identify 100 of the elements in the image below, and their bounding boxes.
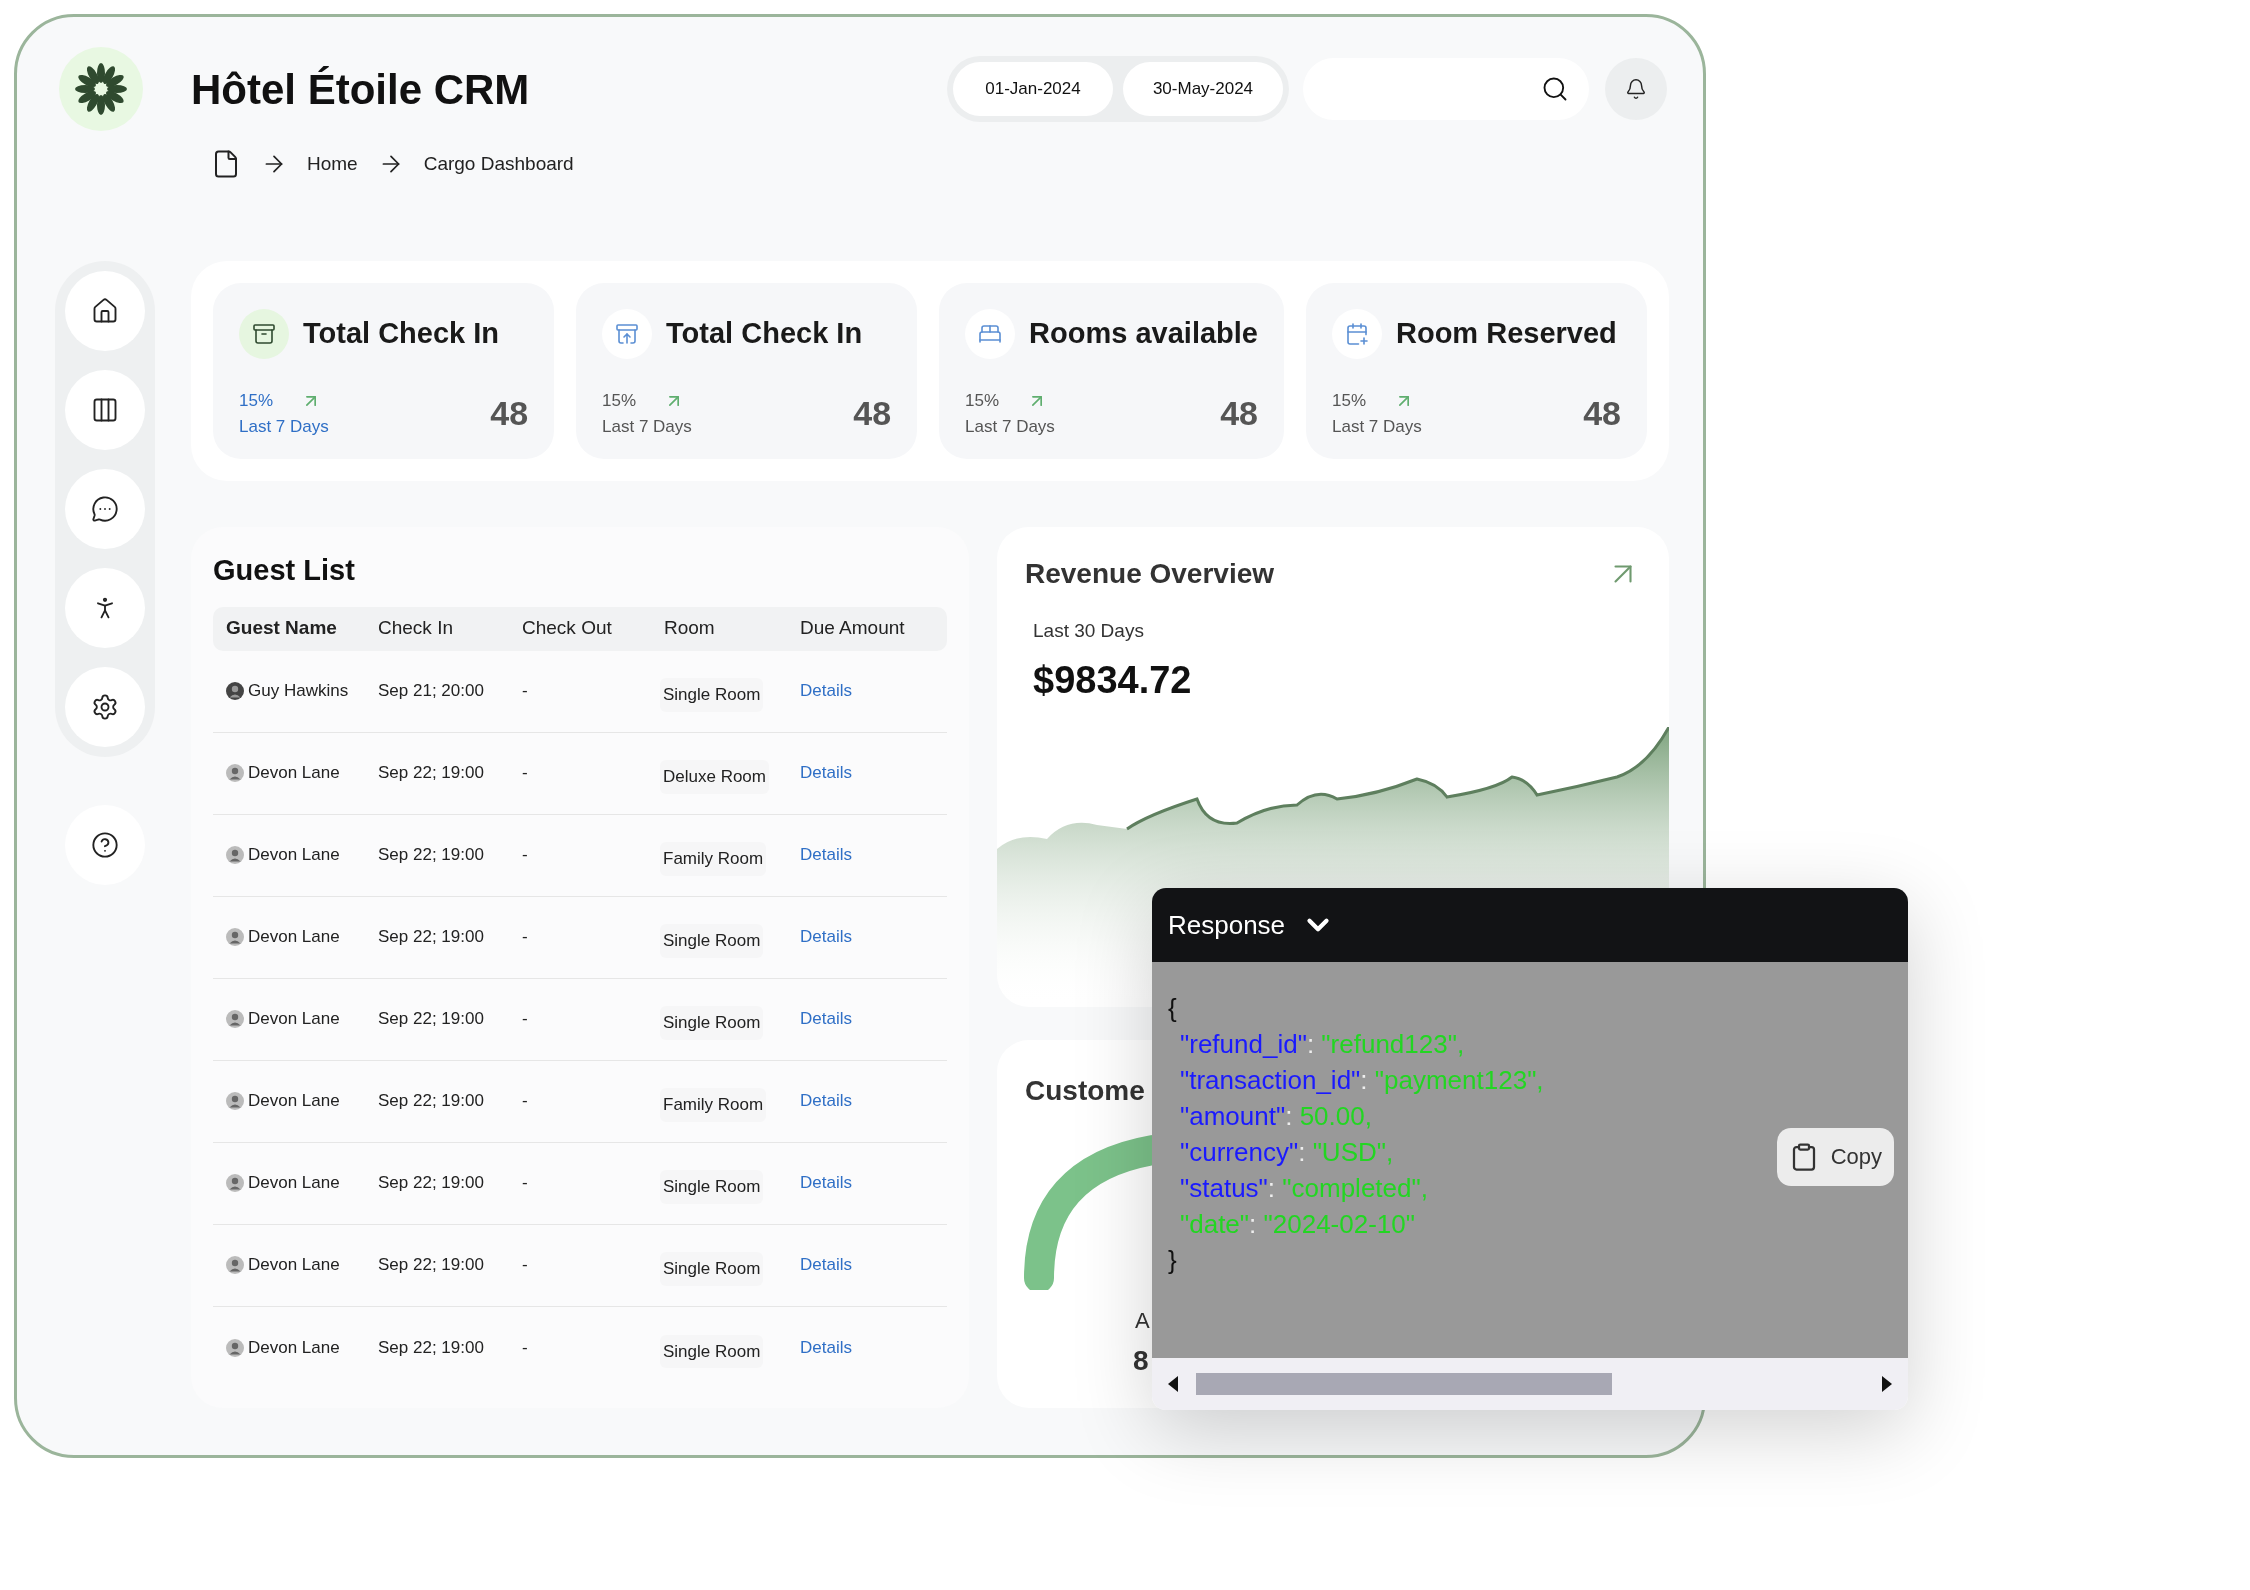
details-link[interactable]: Details xyxy=(800,678,947,704)
avatar-icon xyxy=(226,846,244,864)
scroll-left-icon[interactable] xyxy=(1168,1376,1178,1392)
revenue-amount: $9834.72 xyxy=(1033,657,1193,703)
columns-icon xyxy=(91,396,119,424)
room-tag: Single Room xyxy=(660,1006,764,1040)
settings-icon xyxy=(91,693,119,721)
breadcrumb-link[interactable]: Cargo Dashboard xyxy=(423,149,574,179)
code-line: "status": "completed", xyxy=(1179,1172,1428,1205)
stat-period: Last 7 Days xyxy=(602,415,692,438)
gauge-label: A xyxy=(1135,1307,1150,1335)
stat-change: 15% xyxy=(1331,390,1366,412)
check-in-cell-text: Sep 22; 19:00 xyxy=(378,762,485,785)
check-out-cell-text: - xyxy=(522,1008,529,1031)
details-link[interactable]: Details xyxy=(800,842,947,868)
stat-title: Room Reserved xyxy=(1395,316,1617,352)
stat-value: 48 xyxy=(1583,393,1621,434)
end-date-button[interactable]: 30-May-2024 xyxy=(1123,62,1283,116)
room-tag: Deluxe Room xyxy=(660,760,769,794)
help-icon xyxy=(91,831,119,859)
check-in-cell-text: Sep 22; 19:00 xyxy=(378,1172,485,1195)
check-in-cell-text: Sep 22; 19:00 xyxy=(378,1008,485,1031)
code-line: "transaction_id": "payment123", xyxy=(1179,1064,1544,1097)
guest-name: Guy Hawkins xyxy=(248,680,349,703)
code-brace: { xyxy=(1168,992,1177,1025)
details-link[interactable]: Details xyxy=(800,1006,947,1032)
sidebar-button[interactable] xyxy=(65,667,145,747)
guest-name: Devon Lane xyxy=(248,1090,340,1113)
column-header: Check Out xyxy=(522,616,613,641)
chat-icon xyxy=(91,495,119,523)
avatar-icon xyxy=(226,1338,244,1357)
details-link[interactable]: Details xyxy=(800,1334,947,1361)
avatar-icon xyxy=(226,1174,244,1192)
check-out-cell-text: - xyxy=(522,1336,529,1359)
avatar-icon xyxy=(226,928,244,946)
avatar-icon xyxy=(226,764,244,782)
stat-title: Total Check In xyxy=(666,316,863,352)
details-link[interactable]: Details xyxy=(800,1252,947,1278)
check-in-cell-text: Sep 22; 19:00 xyxy=(378,926,485,949)
avatar-icon xyxy=(226,1256,244,1274)
sidebar-button[interactable] xyxy=(65,271,145,351)
guest-name: Devon Lane xyxy=(248,1008,340,1031)
details-link[interactable]: Details xyxy=(800,924,947,950)
check-in-cell-text: Sep 22; 19:00 xyxy=(378,1336,485,1359)
app-title: Hôtel Étoile CRM xyxy=(191,64,530,115)
stat-change: 15% xyxy=(239,390,274,412)
check-in-cell-text: Sep 22; 19:00 xyxy=(378,844,485,867)
stat-value: 48 xyxy=(853,393,892,434)
room-tag: Single Room xyxy=(660,924,764,958)
response-title: Response xyxy=(1168,908,1286,942)
stat-title: Total Check In xyxy=(303,316,500,352)
breadcrumb-link[interactable]: Home xyxy=(307,149,358,179)
code-brace: } xyxy=(1168,1244,1177,1277)
code-line: "amount": 50.00, xyxy=(1179,1100,1372,1133)
bed-icon xyxy=(978,322,1003,346)
customer-title: Custome xyxy=(1025,1074,1145,1108)
avatar-icon xyxy=(226,1010,244,1028)
gauge-value: 8 xyxy=(1133,1344,1149,1378)
check-out-cell-text: - xyxy=(522,844,529,867)
details-link[interactable]: Details xyxy=(800,1088,947,1114)
start-date-button[interactable]: 01-Jan-2024 xyxy=(953,62,1113,116)
revenue-title: Revenue Overview xyxy=(1025,557,1275,591)
stat-change: 15% xyxy=(965,390,1000,412)
guest-name: Devon Lane xyxy=(248,1336,340,1359)
scrollbar-thumb[interactable] xyxy=(1196,1373,1612,1395)
guest-name: Devon Lane xyxy=(248,1254,340,1277)
stat-value: 48 xyxy=(1220,393,1258,434)
guest-name: Devon Lane xyxy=(248,762,340,785)
details-link[interactable]: Details xyxy=(800,760,947,786)
horizontal-scrollbar[interactable] xyxy=(1152,1358,1908,1410)
logo-icon xyxy=(59,47,143,131)
guest-name: Devon Lane xyxy=(248,844,340,867)
stat-value: 48 xyxy=(490,393,529,434)
archive-icon xyxy=(615,322,640,346)
home-icon xyxy=(91,297,119,325)
room-tag: Single Room xyxy=(660,1252,764,1286)
copy-button[interactable]: Copy xyxy=(1776,1128,1894,1186)
revenue-period: Last 30 Days xyxy=(1033,619,1145,643)
guest-list-title: Guest List xyxy=(213,553,356,588)
stat-period: Last 7 Days xyxy=(239,415,329,438)
calendar-icon xyxy=(1344,322,1369,346)
column-header: Check In xyxy=(378,616,454,641)
check-in-cell-text: Sep 21; 20:00 xyxy=(378,680,485,703)
bell-icon xyxy=(1625,78,1647,100)
room-tag: Single Room xyxy=(660,678,764,712)
column-header: Guest Name xyxy=(226,616,338,641)
check-out-cell-text: - xyxy=(522,926,529,949)
code-line: "refund_id": "refund123", xyxy=(1179,1028,1465,1061)
archive-icon xyxy=(252,322,276,346)
check-in-cell-text: Sep 22; 19:00 xyxy=(378,1090,485,1113)
search-icon xyxy=(1541,75,1569,103)
guest-name: Devon Lane xyxy=(248,926,340,949)
room-tag: Single Room xyxy=(660,1170,764,1204)
room-tag: Family Room xyxy=(660,1088,767,1122)
details-link[interactable]: Details xyxy=(800,1170,947,1196)
stat-title: Rooms available xyxy=(1029,316,1258,352)
scroll-right-icon[interactable] xyxy=(1882,1376,1892,1392)
room-tag: Family Room xyxy=(660,842,767,876)
check-out-cell-text: - xyxy=(522,1254,529,1277)
column-header: Room xyxy=(664,616,716,641)
